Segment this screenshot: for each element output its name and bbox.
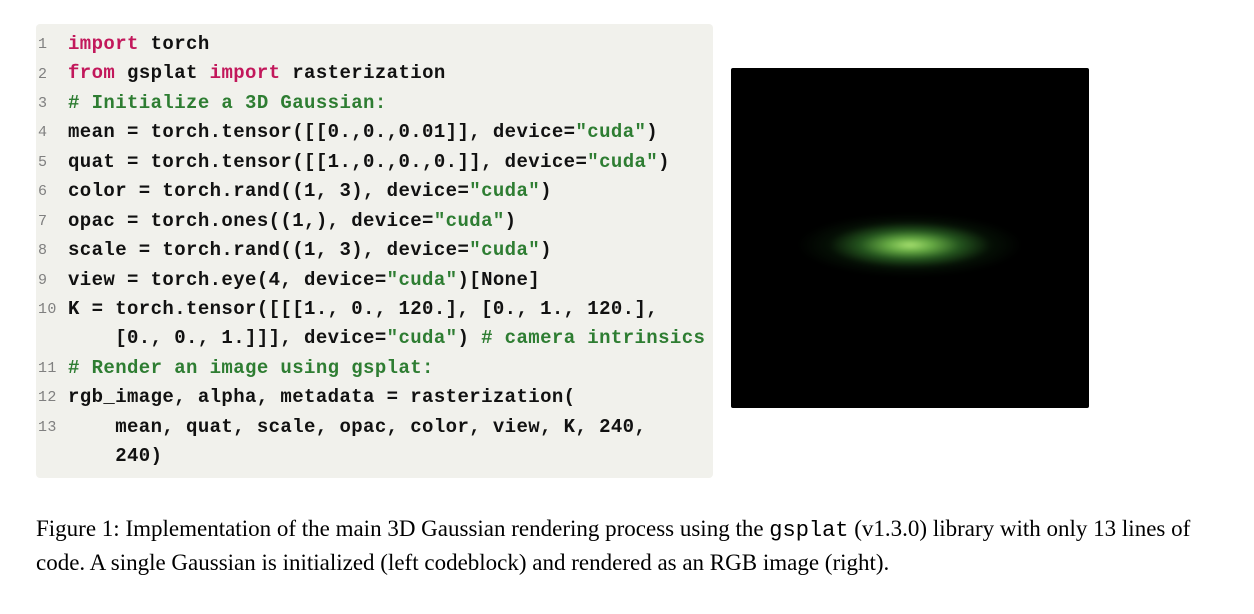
line-number: 5 [38,148,68,177]
code-line: 10K = torch.tensor([[[1., 0., 120.], [0.… [38,295,705,324]
line-number: 8 [38,236,68,265]
code-content: quat = torch.tensor([[1.,0.,0.,0.]], dev… [68,148,670,177]
line-number: 2 [38,59,68,88]
code-line: 4mean = torch.tensor([[0.,0.,0.01]], dev… [38,118,705,147]
code-content: 240) [68,442,162,471]
code-content: scale = torch.rand((1, 3), device="cuda"… [68,236,552,265]
line-number: 4 [38,118,68,147]
code-line: 240) [38,442,705,471]
code-line: 6color = torch.rand((1, 3), device="cuda… [38,177,705,206]
figure-row: 1import torch2from gsplat import rasteri… [36,24,1218,478]
line-number [38,442,68,471]
code-line: 11# Render an image using gsplat: [38,354,705,383]
line-number: 6 [38,177,68,206]
caption-mono: gsplat [769,518,848,543]
code-content: opac = torch.ones((1,), device="cuda") [68,207,516,236]
rendered-image [731,68,1089,408]
code-listing: 1import torch2from gsplat import rasteri… [36,24,713,478]
line-number: 13 [38,413,68,442]
code-content: view = torch.eye(4, device="cuda")[None] [68,266,540,295]
line-number: 10 [38,295,68,324]
code-line: 8scale = torch.rand((1, 3), device="cuda… [38,236,705,265]
code-content: color = torch.rand((1, 3), device="cuda"… [68,177,552,206]
code-content: from gsplat import rasterization [68,59,446,88]
code-line: 5quat = torch.tensor([[1.,0.,0.,0.]], de… [38,148,705,177]
code-content: K = torch.tensor([[[1., 0., 120.], [0., … [68,295,658,324]
code-content: # Render an image using gsplat: [68,354,434,383]
gaussian-splat [785,210,1035,280]
code-line: 1import torch [38,30,705,59]
line-number: 11 [38,354,68,383]
line-number: 7 [38,207,68,236]
code-line: 3# Initialize a 3D Gaussian: [38,89,705,118]
code-line: 13 mean, quat, scale, opac, color, view,… [38,413,705,442]
code-content: mean, quat, scale, opac, color, view, K,… [68,413,646,442]
code-content: import torch [68,30,210,59]
figure-caption: Figure 1: Implementation of the main 3D … [36,512,1206,580]
code-line: 12rgb_image, alpha, metadata = rasteriza… [38,383,705,412]
code-content: # Initialize a 3D Gaussian: [68,89,387,118]
code-line: [0., 0., 1.]]], device="cuda") # camera … [38,324,705,353]
code-line: 2from gsplat import rasterization [38,59,705,88]
code-line: 9view = torch.eye(4, device="cuda")[None… [38,266,705,295]
line-number: 1 [38,30,68,59]
line-number: 9 [38,266,68,295]
caption-label: Figure 1: [36,516,120,541]
code-content: mean = torch.tensor([[0.,0.,0.01]], devi… [68,118,658,147]
code-line: 7opac = torch.ones((1,), device="cuda") [38,207,705,236]
line-number: 12 [38,383,68,412]
code-content: rgb_image, alpha, metadata = rasterizati… [68,383,575,412]
line-number [38,324,68,353]
caption-text-a: Implementation of the main 3D Gaussian r… [120,516,770,541]
line-number: 3 [38,89,68,118]
code-content: [0., 0., 1.]]], device="cuda") # camera … [68,324,705,353]
